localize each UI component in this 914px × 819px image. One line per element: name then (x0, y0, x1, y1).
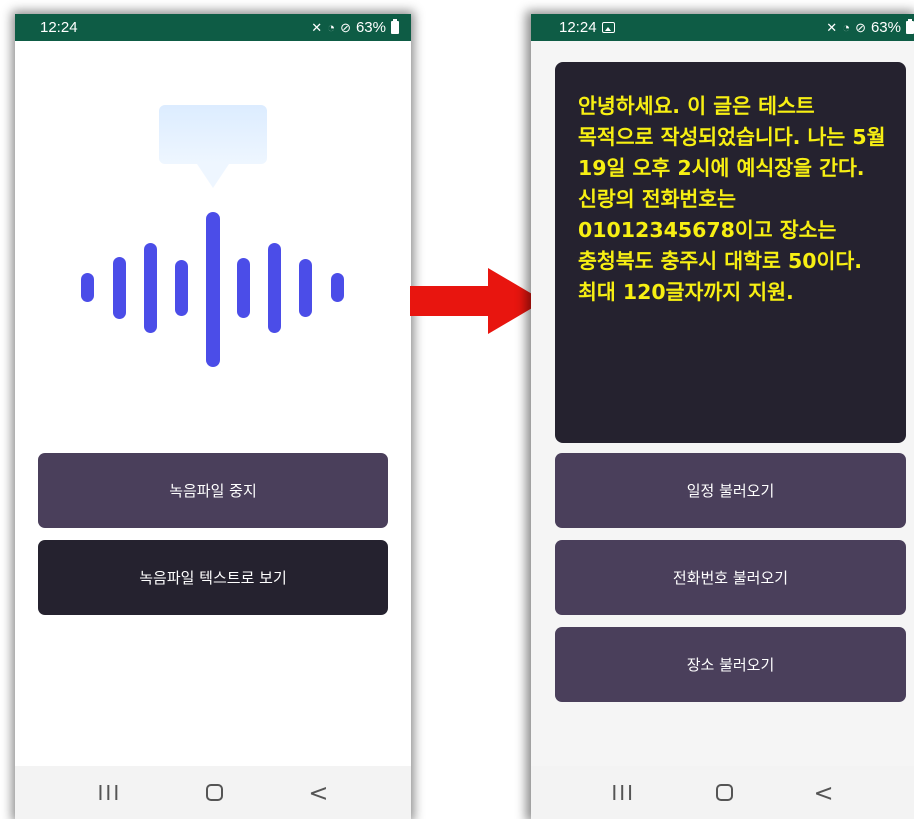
transcript-text: 안녕하세요. 이 글은 테스트 목적으로 작성되었습니다. 나는 5월 19일 … (578, 94, 886, 304)
sound-wave-icon (81, 212, 344, 367)
load-place-label: 장소 불러오기 (686, 656, 775, 674)
recent-apps-button[interactable]: III (98, 781, 122, 805)
stop-recording-label: 녹음파일 중지 (169, 482, 257, 500)
load-schedule-label: 일정 불러오기 (686, 482, 775, 500)
view-as-text-button[interactable]: 녹음파일 텍스트로 보기 (38, 540, 388, 615)
battery-percent: 63% (870, 19, 901, 36)
voice-recording-graphic (81, 105, 344, 367)
load-place-button[interactable]: 장소 불러오기 (555, 627, 906, 702)
arrow-right-icon (410, 268, 544, 334)
transcript-panel: 안녕하세요. 이 글은 테스트 목적으로 작성되었습니다. 나는 5월 19일 … (555, 62, 906, 443)
home-button[interactable] (206, 784, 224, 801)
home-button[interactable] (715, 784, 733, 801)
mute-icon: ✕ (826, 20, 838, 35)
wifi-icon: ◔ (842, 20, 851, 35)
status-time: 12:24 (559, 19, 597, 36)
back-button[interactable]: < (308, 779, 328, 807)
right-phone-screen: 12:24 ✕ ◔ ⊘ 63% 안녕하세요. 이 글은 테스트 목적으로 작성되… (531, 14, 914, 819)
stop-recording-button[interactable]: 녹음파일 중지 (38, 453, 388, 528)
block-icon: ⊘ (855, 20, 866, 35)
view-as-text-label: 녹음파일 텍스트로 보기 (139, 569, 287, 587)
load-phone-label: 전화번호 불러오기 (672, 569, 789, 587)
battery-icon (906, 19, 914, 34)
left-phone-screen: 12:24 ✕ ◔ ⊘ 63% 녹음파일 중지 녹음파일 텍스트로 보기 III… (15, 14, 411, 819)
load-schedule-button[interactable]: 일정 불러오기 (555, 453, 906, 528)
load-phone-button[interactable]: 전화번호 불러오기 (555, 540, 906, 615)
gallery-icon (601, 22, 615, 33)
back-button[interactable]: < (814, 779, 834, 807)
navigation-bar: III < (531, 766, 914, 819)
status-bar: 12:24 ✕ ◔ ⊘ 63% (531, 14, 914, 41)
navigation-bar: III < (15, 766, 411, 819)
recent-apps-button[interactable]: III (611, 781, 635, 805)
speech-bubble-icon (159, 105, 267, 188)
